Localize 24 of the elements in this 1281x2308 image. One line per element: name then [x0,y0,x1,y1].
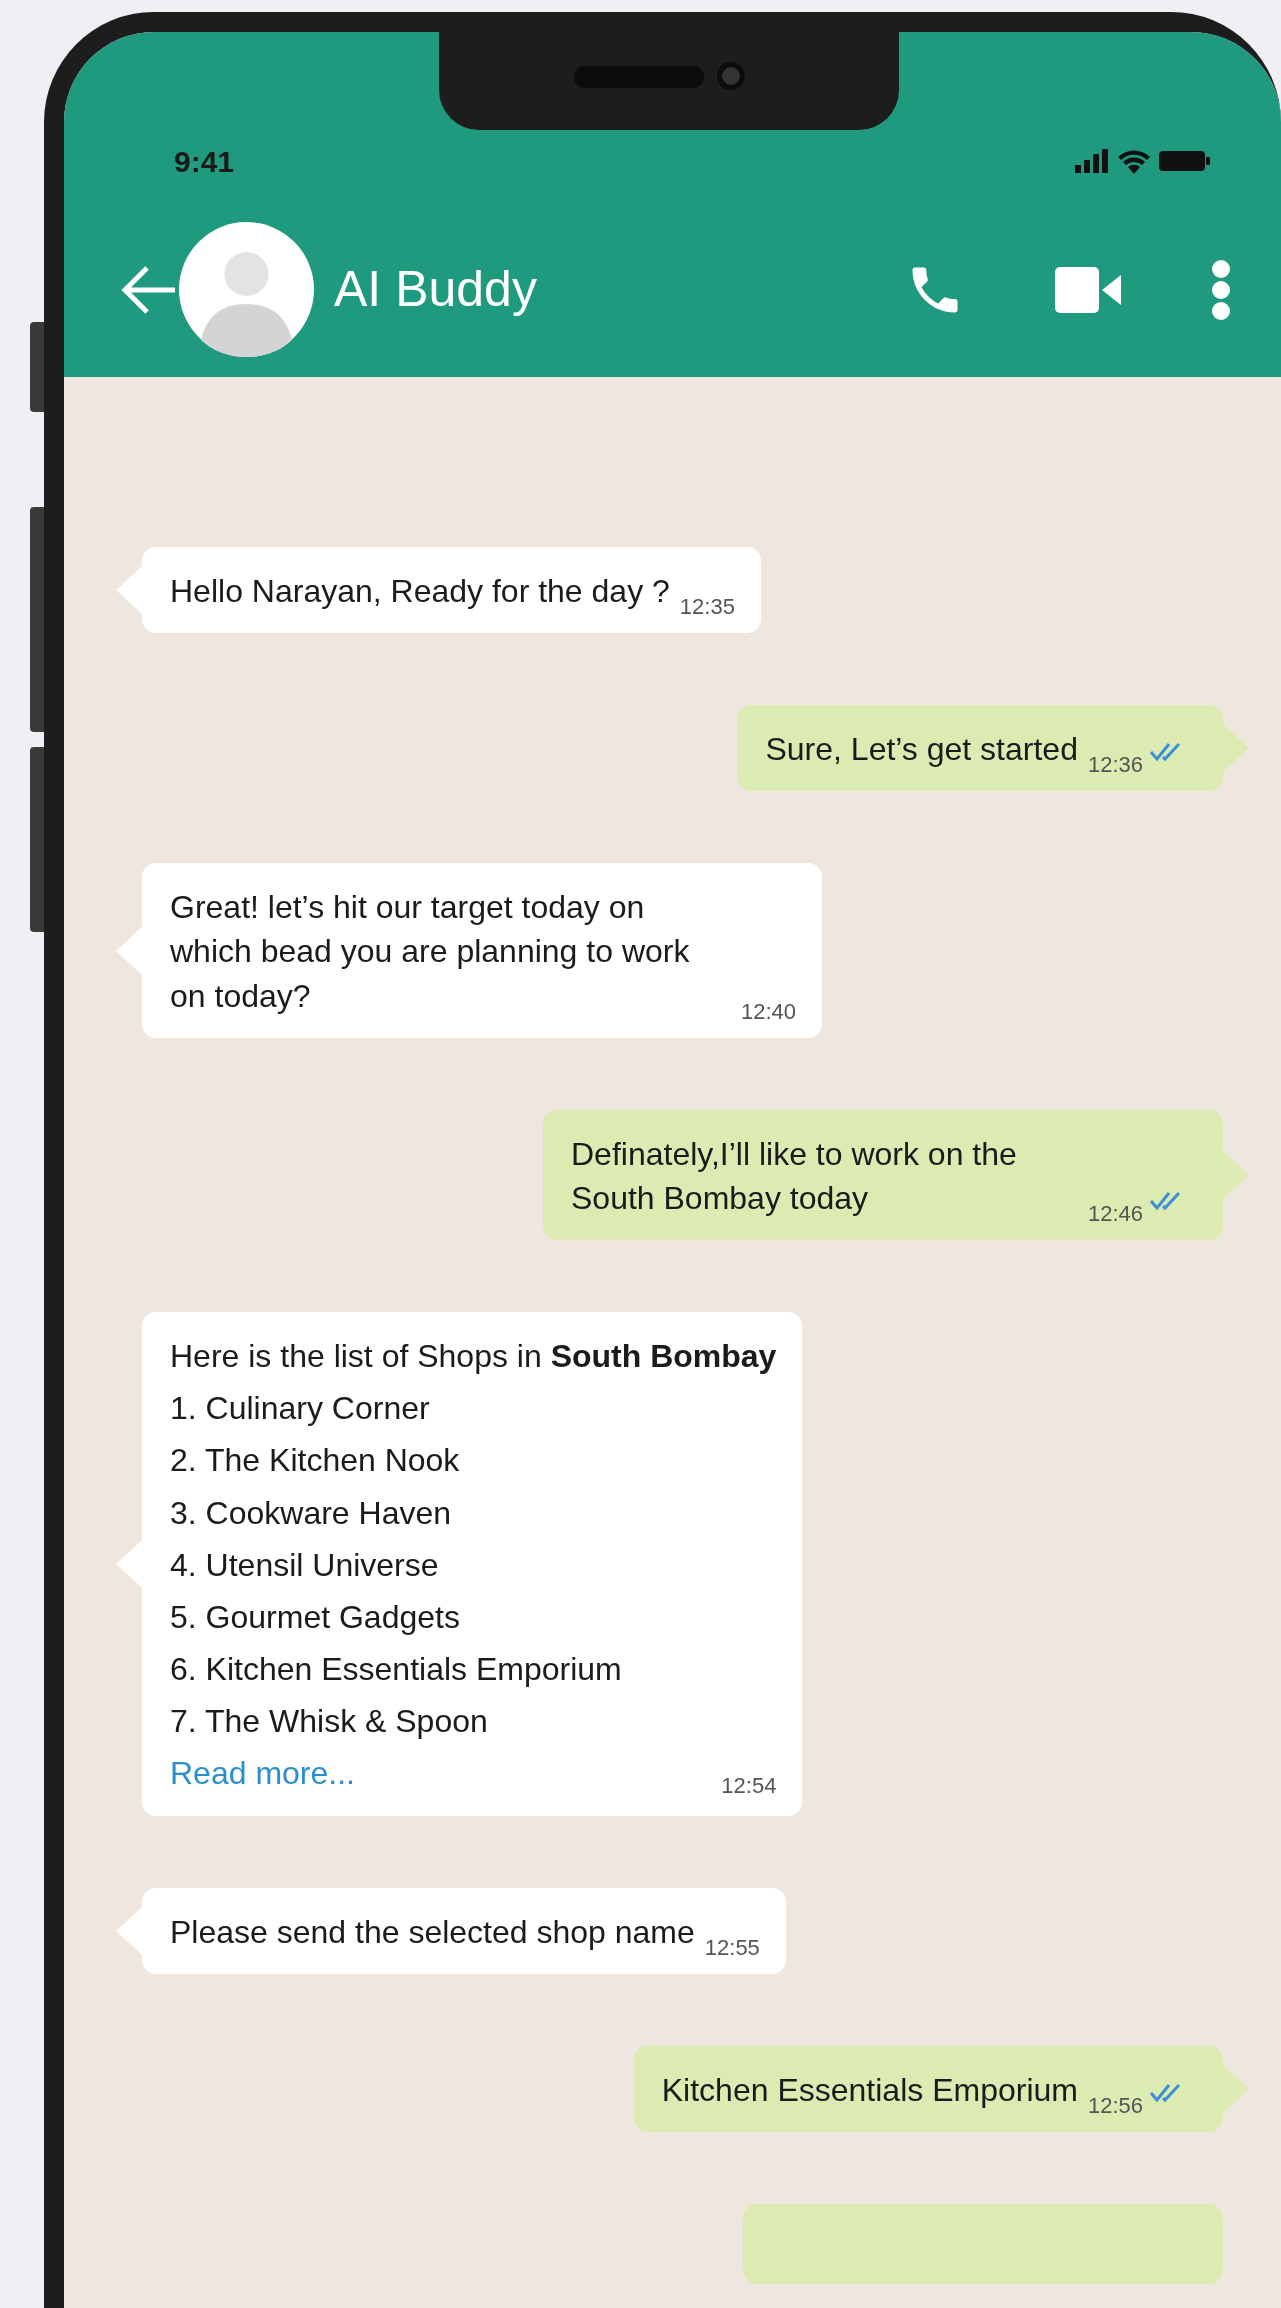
message-time: 12:40 [740,998,796,1024]
message-text: Great! let’s hit our target today on which bead you are planning to work on today? [170,888,691,1016]
list-item: 5. Gourmet Gadgets [170,1597,461,1637]
message-text: Please send the selected shop name [170,1912,695,1952]
list-item: 2. The Kitchen Nook [170,1441,461,1481]
message-text: Definately,I’ll like to work on the South Bombay today [571,1134,1018,1218]
list-item: 1. Culinary Corner [170,1389,431,1429]
list-item: 7. The Whisk & Spoon [170,1702,489,1742]
message-time: 12:36 [1087,752,1143,778]
message-text: Hello Narayan, Ready for the day ? [170,572,670,611]
list-item: 4. Utensil Universe [170,1545,440,1585]
list-item: 3. Cookware Haven [170,1493,453,1533]
status-time: 9:41 [174,143,235,180]
message-time: 12:46 [1087,1200,1143,1226]
message-text: Kitchen Essentials Emporium [661,2070,1078,2110]
message-text: Here is the list of Shops in South Bombay [170,1337,777,1377]
message-time: 12:55 [704,1934,760,1960]
list-item: 6. Kitchen Essentials Emporium [170,1650,623,1690]
message-text: Sure, Let’s get started [765,730,1078,770]
message-time: 12:54 [721,1772,777,1801]
message-time: 12:35 [679,594,735,619]
read-more-link[interactable]: Read more... [170,1751,355,1796]
message-time: 12:56 [1087,2092,1143,2118]
chat-title: AI Buddy [334,260,537,319]
